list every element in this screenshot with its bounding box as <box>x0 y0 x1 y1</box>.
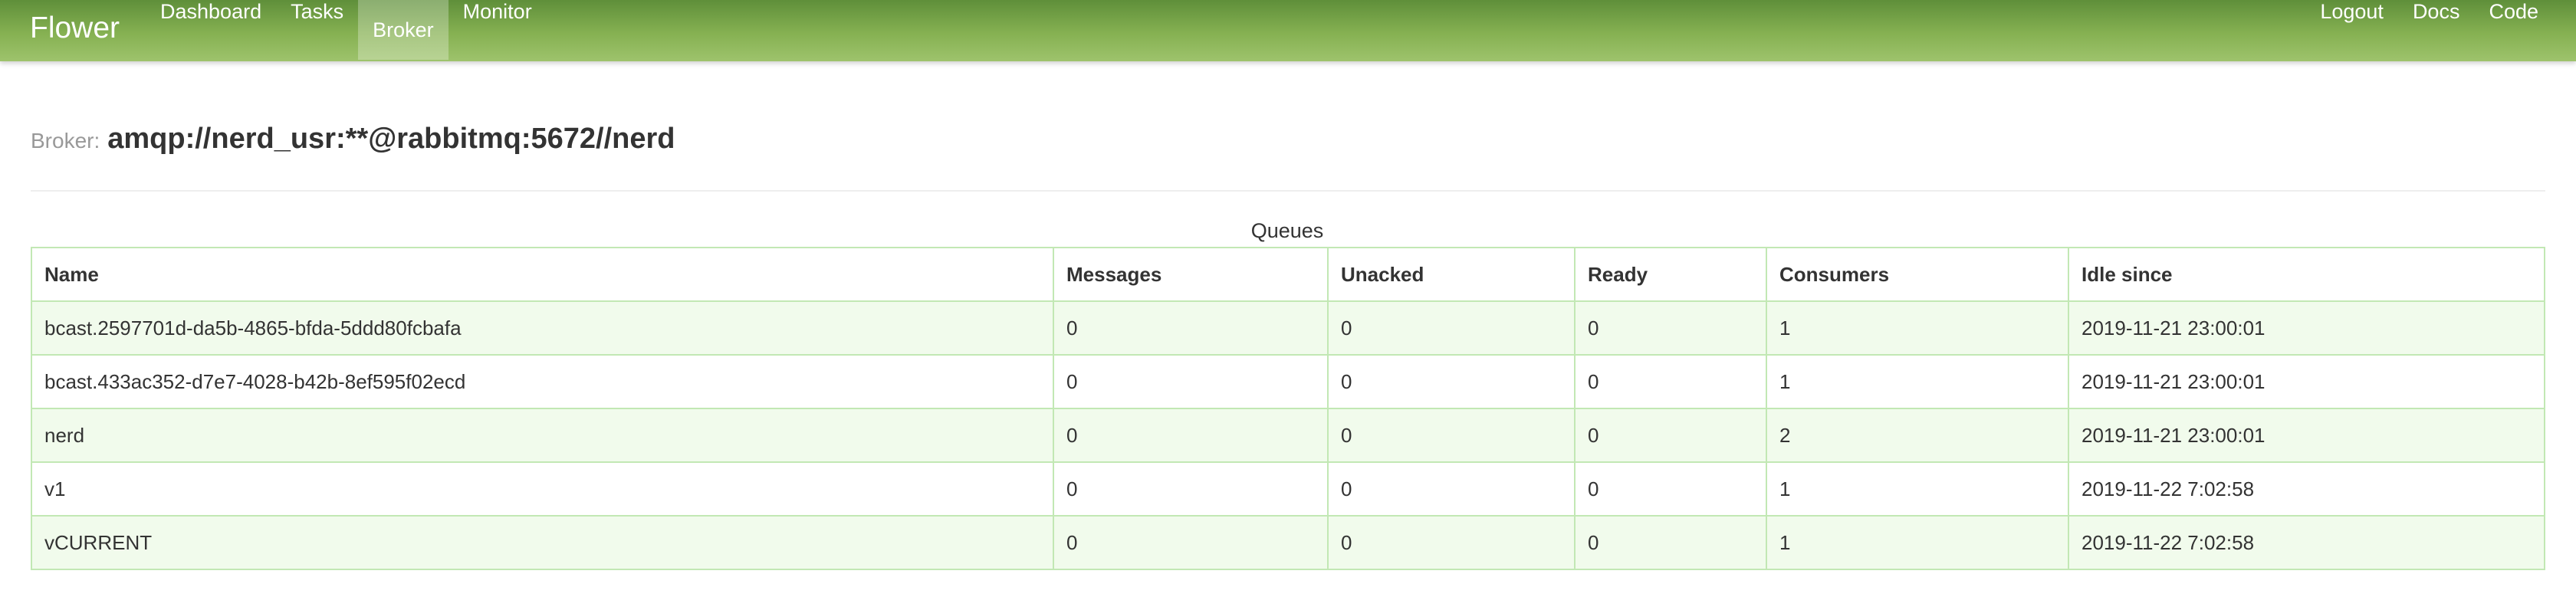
table-row: bcast.2597701d-da5b-4865-bfda-5ddd80fcba… <box>31 300 2545 356</box>
queue-ready: 0 <box>1574 408 1767 463</box>
broker-url: amqp://nerd_usr:**@rabbitmq:5672//nerd <box>107 123 675 155</box>
queue-unacked: 0 <box>1327 354 1576 409</box>
queue-ready: 0 <box>1574 300 1767 356</box>
column-header-messages[interactable]: Messages <box>1053 247 1329 302</box>
secondary-nav: Logout Docs Code <box>2305 0 2553 60</box>
queue-idle-since: 2019-11-22 7:02:58 <box>2068 461 2545 517</box>
queue-messages: 0 <box>1053 515 1329 570</box>
queue-consumers: 2 <box>1766 408 2069 463</box>
queue-consumers: 1 <box>1766 300 2069 356</box>
queue-messages: 0 <box>1053 354 1329 409</box>
queue-messages: 0 <box>1053 300 1329 356</box>
queue-name: v1 <box>31 461 1054 517</box>
table-header-row: Name Messages Unacked Ready Consumers Id… <box>31 247 2545 302</box>
queue-consumers: 1 <box>1766 461 2069 517</box>
brand-logo[interactable]: Flower <box>30 9 120 48</box>
column-header-ready[interactable]: Ready <box>1574 247 1767 302</box>
main-nav: Dashboard Tasks Broker Monitor <box>146 0 547 60</box>
table-row: bcast.433ac352-d7e7-4028-b42b-8ef595f02e… <box>31 354 2545 409</box>
queue-idle-since: 2019-11-21 23:00:01 <box>2068 354 2545 409</box>
queue-ready: 0 <box>1574 515 1767 570</box>
queue-ready: 0 <box>1574 461 1767 517</box>
table-row: nerd 0 0 0 2 2019-11-21 23:00:01 <box>31 408 2545 463</box>
column-header-consumers[interactable]: Consumers <box>1766 247 2069 302</box>
queue-name: bcast.433ac352-d7e7-4028-b42b-8ef595f02e… <box>31 354 1054 409</box>
queue-name: bcast.2597701d-da5b-4865-bfda-5ddd80fcba… <box>31 300 1054 356</box>
queue-idle-since: 2019-11-21 23:00:01 <box>2068 300 2545 356</box>
table-row: v1 0 0 0 1 2019-11-22 7:02:58 <box>31 461 2545 517</box>
header-divider <box>31 190 2545 192</box>
nav-dashboard[interactable]: Dashboard <box>146 0 276 24</box>
queue-messages: 0 <box>1053 461 1329 517</box>
queue-unacked: 0 <box>1327 461 1576 517</box>
column-header-name[interactable]: Name <box>31 247 1054 302</box>
queue-ready: 0 <box>1574 354 1767 409</box>
nav-monitor[interactable]: Monitor <box>449 0 547 24</box>
queue-unacked: 0 <box>1327 408 1576 463</box>
queue-consumers: 1 <box>1766 354 2069 409</box>
table-row: vCURRENT 0 0 0 1 2019-11-22 7:02:58 <box>31 515 2545 570</box>
column-header-idle-since[interactable]: Idle since <box>2068 247 2545 302</box>
broker-label: Broker: <box>31 129 100 153</box>
nav-docs[interactable]: Docs <box>2398 0 2475 24</box>
queues-table: Name Messages Unacked Ready Consumers Id… <box>31 247 2545 570</box>
queue-idle-since: 2019-11-21 23:00:01 <box>2068 408 2545 463</box>
queue-name: vCURRENT <box>31 515 1054 570</box>
queue-unacked: 0 <box>1327 300 1576 356</box>
queue-consumers: 1 <box>1766 515 2069 570</box>
queue-name: nerd <box>31 408 1054 463</box>
queue-messages: 0 <box>1053 408 1329 463</box>
top-navbar: Flower Dashboard Tasks Broker Monitor Lo… <box>0 0 2576 61</box>
nav-code[interactable]: Code <box>2474 0 2553 24</box>
nav-tasks[interactable]: Tasks <box>276 0 358 24</box>
nav-logout[interactable]: Logout <box>2305 0 2398 24</box>
queue-unacked: 0 <box>1327 515 1576 570</box>
page-header: Broker: amqp://nerd_usr:**@rabbitmq:5672… <box>31 123 675 156</box>
queue-idle-since: 2019-11-22 7:02:58 <box>2068 515 2545 570</box>
queues-caption: Queues <box>1250 219 1324 242</box>
column-header-unacked[interactable]: Unacked <box>1327 247 1576 302</box>
nav-broker[interactable]: Broker <box>358 0 449 60</box>
